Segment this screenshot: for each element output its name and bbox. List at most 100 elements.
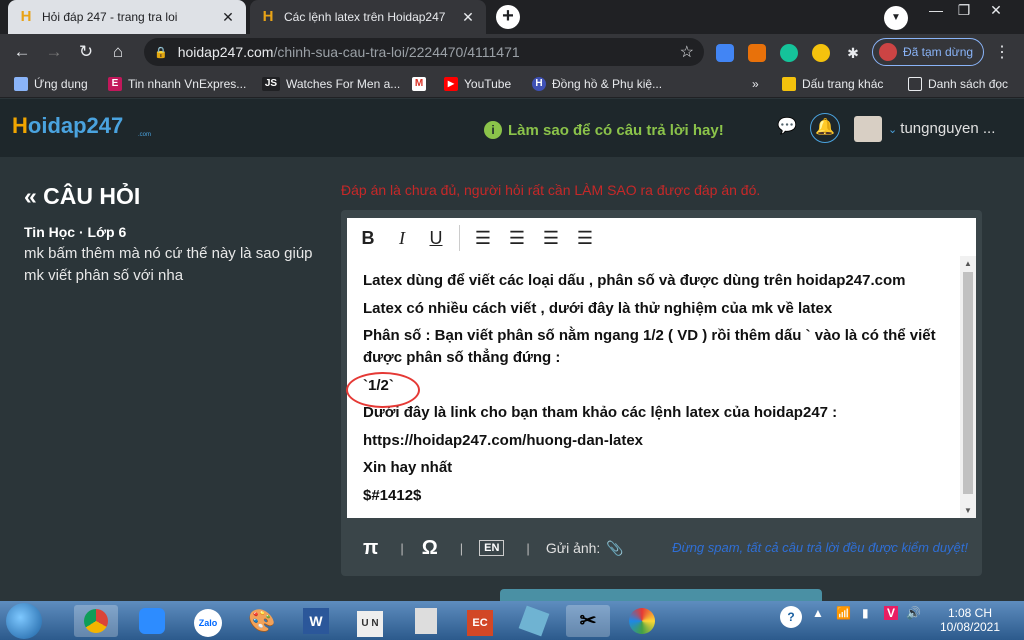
site-logo[interactable]: Hoidap247 [12,113,123,139]
bookmark-label: Watches For Men a... [286,77,401,91]
answer-editor: B I U ☰ ☰ ☰ ☰ Latex dùng để viết các loạ… [341,210,982,576]
bookmarks-bar: Ứng dụng E Tin nhanh VnExpres... JS Watc… [0,70,1024,98]
back-icon[interactable]: ← [12,42,32,62]
tab-title: Hỏi đáp 247 - trang tra loi [42,10,178,24]
question-heading[interactable]: « CÂU HỎI [24,183,140,210]
align-right-icon[interactable]: ☰ [534,221,568,255]
volume-icon[interactable]: 🔊 [906,606,921,620]
paint-taskbar-icon[interactable]: 🎨 [240,605,284,637]
color-app-taskbar-icon[interactable] [620,605,664,637]
content-line: https://hoidap247.com/huong-dan-latex [363,431,644,449]
tab-hoidap-answer[interactable]: H Hỏi đáp 247 - trang tra loi ✕ [8,0,246,34]
grammarly-icon[interactable] [780,44,798,62]
moderation-note: Đừng spam, tất cả câu trả lời đều được k… [672,540,968,555]
bold-button[interactable]: B [351,221,385,255]
zalo-taskbar-icon[interactable]: Zalo [186,605,230,637]
profile-button[interactable]: Đã tạm dừng [872,38,984,66]
align-center-icon[interactable]: ☰ [500,221,534,255]
clock-date: 10/08/2021 [939,620,1001,634]
omega-button[interactable]: Ω [422,537,438,560]
extensions-puzzle-icon[interactable]: ✱ [844,44,862,62]
tab-latex-commands[interactable]: H Các lệnh latex trên Hoidap247 ✕ [250,0,486,34]
help-text: Làm sao để có câu trả lời hay! [508,121,724,139]
vietnamese-input-icon[interactable]: V [884,606,899,620]
powerpoint-taskbar-icon[interactable]: EC [458,605,502,637]
help-link[interactable]: i Làm sao để có câu trả lời hay! [484,121,724,139]
close-tab-icon[interactable]: ✕ [220,9,236,26]
answer-warning: Đáp án là chưa đủ, người hỏi rất cần LÀM… [341,182,761,198]
minimize-icon[interactable]: — [922,0,950,24]
reload-icon[interactable]: ↻ [76,42,96,62]
profile-status: Đã tạm dừng [903,45,974,59]
editor-scrollbar[interactable]: ▲ ▼ [960,256,976,518]
underline-button[interactable]: U [419,221,453,255]
tray-expand-icon[interactable]: ▲ [812,606,824,620]
menu-kebab-icon[interactable]: ⋮ [994,42,1010,62]
app-taskbar-icon[interactable] [512,605,556,637]
pi-button[interactable]: π [363,537,378,560]
reading-list[interactable]: Danh sách đọc [908,75,1008,93]
network-icon[interactable]: 📶 [836,606,851,620]
language-keyboard-icon[interactable]: EN [479,540,505,556]
chrome-taskbar-icon[interactable] [74,605,118,637]
bookmark-gmail[interactable]: M [412,75,432,93]
unikey-taskbar-icon[interactable]: U N [348,605,392,637]
editor-text-area[interactable]: Latex dùng để viết các loại dấu , phân s… [347,256,976,518]
bookmark-watches[interactable]: JS Watches For Men a... [262,75,400,93]
paperclip-icon[interactable]: 📎 [606,540,623,557]
bookmark-youtube[interactable]: ▶ YouTube [444,75,511,93]
italic-button[interactable]: I [385,221,419,255]
bookmark-label: YouTube [464,77,512,91]
address-bar[interactable]: 🔒 hoidap247.com /chinh-sua-cau-tra-loi/2… [144,38,704,66]
forward-icon[interactable]: → [44,42,64,62]
avatar[interactable] [854,116,882,142]
bookmarks-more: » [752,77,759,91]
align-left-icon[interactable]: ☰ [466,221,500,255]
logo-subtitle: .com [138,132,152,138]
bookmark-vnexpress[interactable]: E Tin nhanh VnExpres... [108,75,246,93]
close-tab-icon[interactable]: ✕ [460,9,476,26]
bookmark-label: Đồng hồ & Phụ kiệ... [552,77,663,91]
bookmark-star-icon[interactable]: ☆ [680,42,694,62]
info-icon: i [484,121,502,139]
username[interactable]: ⌄ tungnguyen ... [888,120,995,137]
content-line: Dưới đây là link cho bạn tham khảo các l… [363,404,838,421]
battery-icon[interactable]: ▮ [862,606,869,620]
content-line: Latex dùng để viết các loại dấu , phân s… [363,272,906,289]
start-button[interactable] [6,603,42,639]
url-host: hoidap247.com [177,44,274,60]
system-clock[interactable]: 1:08 CH 10/08/2021 [930,606,1010,634]
chat-icon[interactable]: 💬 [772,113,802,143]
extension-icon[interactable] [748,44,766,62]
calculator-taskbar-icon[interactable] [404,605,448,637]
bookmark-watch-shop[interactable]: H Đồng hồ & Phụ kiệ... [532,75,662,93]
word-taskbar-icon[interactable]: W [294,605,338,637]
editor-content[interactable]: Latex dùng để viết các loại dấu , phân s… [363,270,947,512]
scroll-down-icon[interactable]: ▼ [960,506,976,515]
scroll-thumb[interactable] [963,272,973,494]
new-tab-button[interactable]: + [496,5,520,29]
maximize-icon[interactable]: ❐ [950,0,978,24]
zoom-taskbar-icon[interactable] [130,605,174,637]
browser-tab-bar: H Hỏi đáp 247 - trang tra loi ✕ H Các lệ… [0,0,1024,34]
reading-list-label: Danh sách đọc [928,77,1009,91]
bookmark-apps[interactable]: Ứng dụng [14,75,88,93]
scroll-up-icon[interactable]: ▲ [960,259,976,268]
bookmarks-overflow[interactable]: » [752,75,759,93]
tab-search-icon[interactable]: ▼ [884,6,908,30]
content-line: `1/2` [363,376,394,394]
meet-extension-icon[interactable] [716,44,734,62]
close-window-icon[interactable]: ✕ [982,0,1010,24]
home-icon[interactable]: ⌂ [108,42,128,62]
footer-divider: | [459,540,464,556]
lock-icon: 🔒 [154,46,168,59]
help-tray-icon[interactable]: ? [780,606,802,628]
bookmark-other[interactable]: Dấu trang khác [782,75,883,93]
content-line: Xin hay nhất [363,459,453,476]
snipping-tool-taskbar-icon[interactable]: ✂ [566,605,610,637]
footer-divider: | [400,540,404,556]
bell-icon[interactable]: 🔔 [810,113,840,143]
submit-button[interactable] [500,589,822,601]
emoji-extension-icon[interactable] [812,44,830,62]
align-justify-icon[interactable]: ☰ [568,221,602,255]
